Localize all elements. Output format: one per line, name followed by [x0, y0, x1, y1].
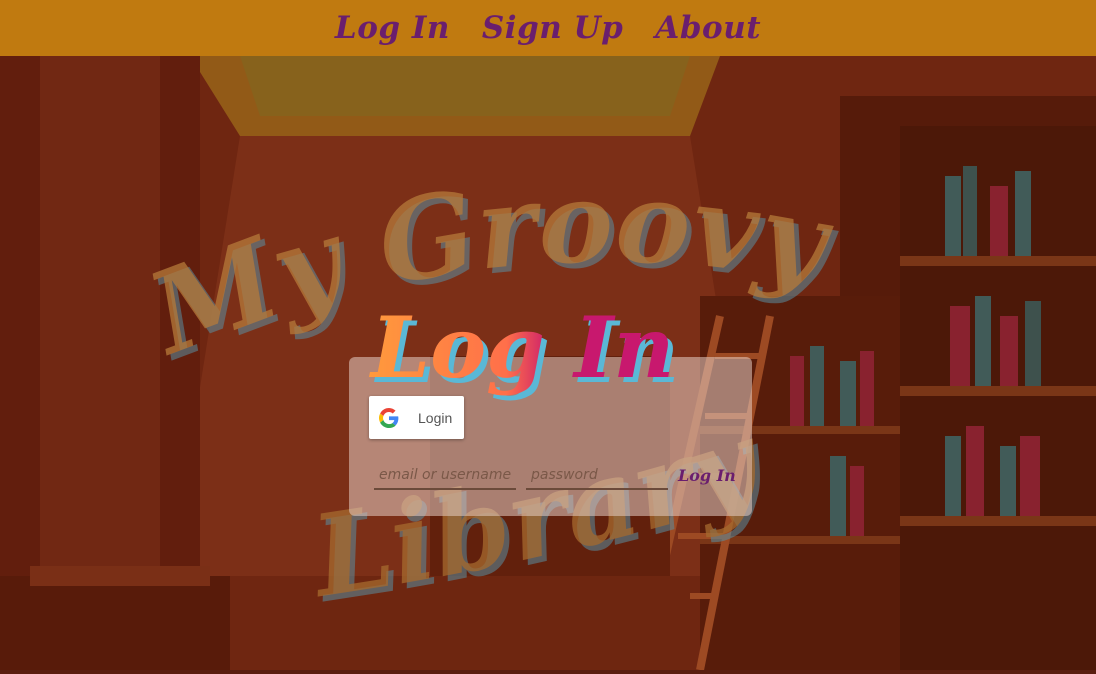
log-in-submit-button[interactable]: Log In — [674, 464, 740, 487]
nav-link-sign-up[interactable]: Sign Up — [482, 10, 623, 46]
top-navigation-bar: Log In Sign Up About — [0, 0, 1096, 56]
email-or-username-input[interactable] — [374, 462, 516, 490]
password-input[interactable] — [526, 462, 668, 490]
login-heading-text: Log In — [369, 298, 674, 397]
google-icon — [379, 407, 399, 428]
google-login-button[interactable]: Login — [369, 396, 464, 439]
google-login-label: Login — [418, 409, 453, 426]
nav-link-about[interactable]: About — [655, 10, 761, 46]
nav-link-log-in[interactable]: Log In — [335, 10, 450, 46]
